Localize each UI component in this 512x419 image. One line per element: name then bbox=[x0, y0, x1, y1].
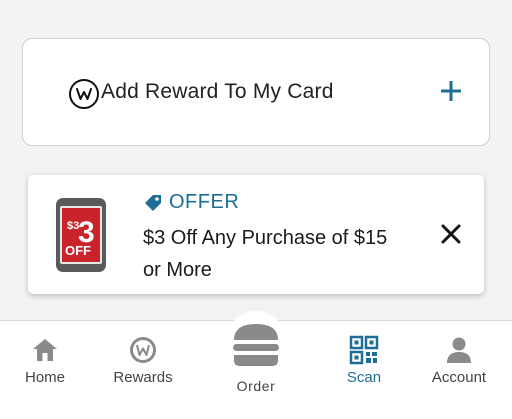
brand-w-logo-icon bbox=[69, 79, 99, 109]
app-screen: Add Reward To My Card $3 OFF 3 OFFER $3 … bbox=[0, 0, 512, 419]
offer-tag-label: OFFER bbox=[169, 191, 240, 213]
nav-item-scan[interactable]: Scan bbox=[319, 321, 409, 401]
add-reward-label: Add Reward To My Card bbox=[101, 80, 334, 103]
nav-label-scan: Scan bbox=[346, 369, 382, 386]
phone-coupon-image: $3 OFF 3 bbox=[56, 198, 106, 272]
offer-description: $3 Off Any Purchase of $15 or More bbox=[143, 227, 388, 281]
svg-text:3: 3 bbox=[78, 216, 95, 249]
nav-label-account: Account bbox=[431, 369, 487, 386]
nav-item-account[interactable]: Account bbox=[414, 321, 504, 401]
offer-card[interactable]: $3 OFF 3 OFFER $3 Off Any Purchase of $1… bbox=[28, 175, 484, 294]
account-icon bbox=[444, 335, 474, 365]
qr-code-icon bbox=[349, 335, 379, 365]
offer-tag: OFFER bbox=[143, 191, 239, 214]
nav-item-home[interactable]: Home bbox=[0, 321, 90, 401]
plus-icon[interactable] bbox=[439, 79, 463, 103]
nav-label-rewards: Rewards bbox=[113, 369, 173, 386]
close-icon[interactable] bbox=[440, 223, 462, 245]
rewards-icon bbox=[128, 335, 158, 365]
home-icon bbox=[30, 335, 60, 365]
price-tag-icon bbox=[145, 194, 161, 211]
add-reward-card[interactable]: Add Reward To My Card bbox=[22, 38, 490, 146]
nav-label-order: Order bbox=[236, 378, 276, 394]
burger-icon bbox=[233, 324, 279, 366]
nav-label-home: Home bbox=[24, 369, 65, 386]
nav-item-rewards[interactable]: Rewards bbox=[98, 321, 188, 401]
nav-item-order[interactable]: Order bbox=[211, 314, 301, 404]
